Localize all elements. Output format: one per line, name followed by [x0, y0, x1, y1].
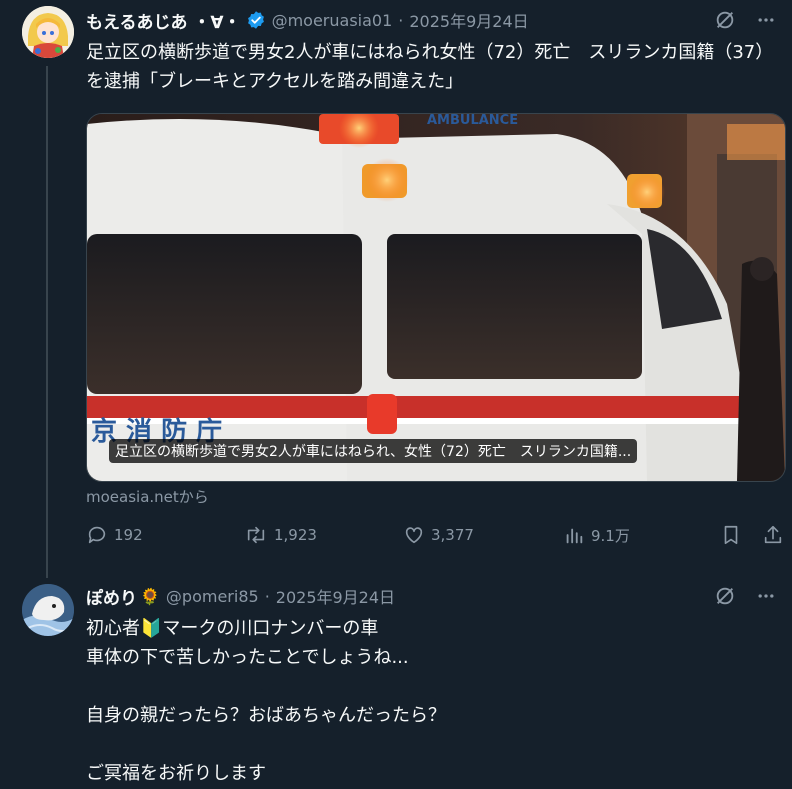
post-date[interactable]: 2025年9月24日 [409, 8, 528, 32]
reply-count: 192 [114, 526, 143, 544]
repost-count: 1,923 [274, 526, 317, 544]
views-icon [563, 524, 585, 546]
action-bar: 192 1,923 3,377 9.1万 [86, 524, 786, 550]
bookmark-icon [720, 524, 742, 546]
meta-separator: · [398, 10, 404, 30]
tweet-header: もえるあじあ ・∀・ @moeruasia01 · 2025年9月24日 [86, 6, 776, 34]
grok-icon[interactable] [714, 585, 736, 607]
share-icon [762, 524, 784, 546]
author-name[interactable]: もえるあじあ ・∀・ [86, 8, 241, 33]
post-date[interactable]: 2025年9月24日 [276, 584, 395, 608]
tweet-text: 足立区の横断歩道で男女2人が車にはねられ女性（72）死亡 スリランカ国籍（37）… [86, 42, 765, 92]
repost-button[interactable]: 1,923 [244, 524, 317, 546]
like-button[interactable]: 3,377 [403, 524, 474, 546]
grok-icon[interactable] [714, 9, 736, 31]
author-name[interactable]: ぽめり [86, 584, 137, 609]
share-button[interactable] [762, 524, 784, 546]
ambulance-lettering: AMBULANCE [427, 114, 518, 128]
tweet-header: ぽめり 🌻 @pomeri85 · 2025年9月24日 [86, 582, 776, 610]
author-handle[interactable]: @moeruasia01 [272, 11, 393, 30]
tweet-moeruasia[interactable]: もえるあじあ ・∀・ @moeruasia01 · 2025年9月24日 足立区… [0, 0, 792, 570]
views-count: 9.1万 [591, 526, 630, 545]
link-card[interactable]: AMBULANCE 京 消 防 庁 足立区の横断歩道で男女2人が車にはねられ、女… [86, 113, 786, 482]
ambulance-photo: AMBULANCE 京 消 防 庁 [87, 114, 785, 481]
sunflower-icon: 🌻 [140, 586, 160, 606]
verified-badge-icon [246, 10, 266, 30]
link-source[interactable]: moeasia.netから [86, 486, 209, 507]
bookmark-button[interactable] [720, 524, 742, 546]
reply-button[interactable]: 192 [86, 524, 143, 546]
avatar[interactable] [22, 584, 74, 636]
repost-icon [244, 524, 268, 546]
tweet-text: 初心者🔰マークの川口ナンバーの車 車体の下で苦しかったことでしょうね... 自身… [86, 618, 446, 784]
like-icon [403, 524, 425, 546]
more-icon[interactable] [756, 10, 776, 30]
card-caption: 足立区の横断歩道で男女2人が車にはねられ、女性（72）死亡 スリランカ国籍... [109, 439, 638, 463]
tweet-pomeri[interactable]: ぽめり 🌻 @pomeri85 · 2025年9月24日 初心者🔰マークの川口ナ… [0, 570, 792, 789]
more-icon[interactable] [756, 586, 776, 606]
reply-icon [86, 524, 108, 546]
author-handle[interactable]: @pomeri85 [166, 587, 259, 606]
like-count: 3,377 [431, 526, 474, 544]
meta-separator: · [264, 586, 270, 606]
avatar[interactable] [22, 6, 74, 58]
views-button[interactable]: 9.1万 [563, 524, 630, 546]
